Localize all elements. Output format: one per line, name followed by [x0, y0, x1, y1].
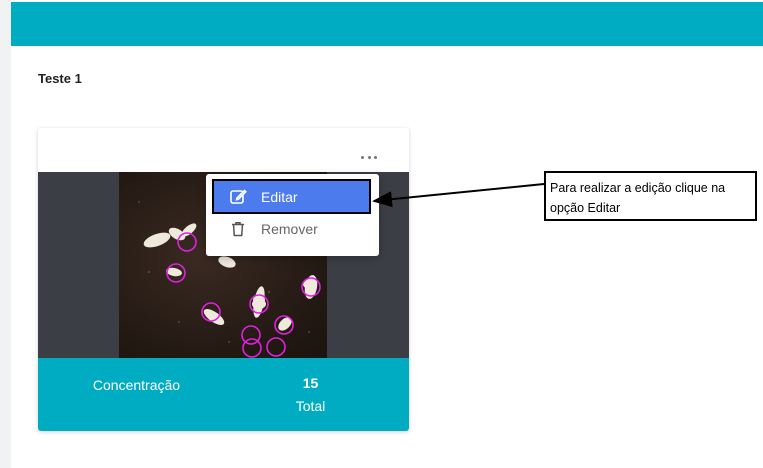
concentration-label: Concentração — [92, 377, 181, 393]
instruction-callout: Para realizar a edição clique na opção E… — [544, 171, 757, 221]
top-bar — [11, 2, 763, 46]
card-footer: Concentração 15 Total — [38, 358, 409, 431]
menu-item-label: Editar — [261, 188, 298, 205]
more-horizontal-icon[interactable] — [361, 152, 377, 162]
edit-icon — [229, 188, 247, 206]
menu-item-label: Remover — [261, 220, 318, 237]
menu-item-editar[interactable]: Editar — [212, 179, 371, 214]
total-label: Total — [295, 398, 326, 414]
trash-icon — [229, 220, 247, 238]
card-options-menu: Editar Remover — [206, 174, 379, 256]
menu-item-remover[interactable]: Remover — [214, 213, 369, 244]
section-title: Teste 1 — [38, 71, 82, 86]
total-value: 15 — [302, 375, 319, 391]
